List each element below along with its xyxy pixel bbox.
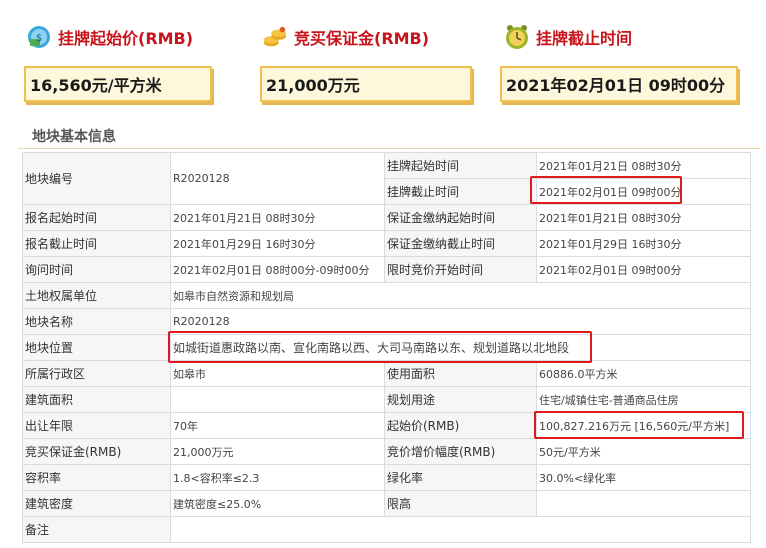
deadline-box: 2021年02月01日 09时00分 [500,66,738,102]
cell-label-location: 地块位置 [22,334,171,361]
table-row: 土地权属单位 如皋市自然资源和规划局 [22,282,751,309]
table-row: 所属行政区 如皋市 使用面积 60886.0平方米 [22,360,751,387]
cell-value-signup-start: 2021年01月21日 08时30分 [170,204,385,231]
start-price-header: $ 挂牌起始价(RMB) [26,24,193,50]
deposit-title: 竞买保证金(RMB) [294,29,430,48]
cell-value-plot-ratio: 1.8<容积率≤2.3 [170,464,385,491]
cell-label-remarks: 备注 [22,516,171,543]
cell-value-listing-end: 2021年02月01日 09时00分 [536,178,751,205]
cell-value-planned-use: 住宅/城镇住宅-普通商品住房 [536,386,751,413]
table-row: 报名截止时间 2021年01月29日 16时30分 保证金缴纳截止时间 2021… [22,230,751,257]
deposit-value: 21,000万元 [266,76,360,95]
deadline-header: 挂牌截止时间 [504,24,632,50]
cell-label-building-area: 建筑面积 [22,386,171,413]
table-row: 容积率 1.8<容积率≤2.3 绿化率 30.0%<绿化率 [22,464,751,491]
cell-value-signup-end: 2021年01月29日 16时30分 [170,230,385,257]
start-price-box: 16,560元/平方米 [24,66,212,102]
cell-value-start-price: 100,827.216万元 [16,560元/平方米] [536,412,751,439]
cell-label-height-limit: 限高 [384,490,537,517]
table-row: 建筑面积 规划用途 住宅/城镇住宅-普通商品住房 [22,386,751,413]
svg-text:$: $ [36,33,42,44]
table-row: 地块位置 如城街道惠政路以南、宣化南路以西、大司马南路以东、规划道路以北地段 [22,334,751,361]
table-row: 竞买保证金(RMB) 21,000万元 竞价增价幅度(RMB) 50元/平方米 [22,438,751,465]
cell-label-bid-increment: 竞价增价幅度(RMB) [384,438,537,465]
cell-value-owner: 如皋市自然资源和规划局 [170,282,751,309]
cell-label-signup-start: 报名起始时间 [22,204,171,231]
cell-label-owner: 土地权属单位 [22,282,171,309]
table-row: 出让年限 70年 起始价(RMB) 100,827.216万元 [16,560元… [22,412,751,439]
cell-label-plot-ratio: 容积率 [22,464,171,491]
deadline-value: 2021年02月01日 09时00分 [506,76,726,95]
cell-label-green-ratio: 绿化率 [384,464,537,491]
cell-label-inquiry-time: 询问时间 [22,256,171,283]
cell-label-planned-use: 规划用途 [384,386,537,413]
cell-label-deposit-end: 保证金缴纳截止时间 [384,230,537,257]
cell-label-parcel-name: 地块名称 [22,308,171,335]
cell-label-listing-end: 挂牌截止时间 [384,178,537,205]
cell-value-deposit-end: 2021年01月29日 16时30分 [536,230,751,257]
cell-value-parcel-no: R2020128 [170,152,385,205]
cell-value-district: 如皋市 [170,360,385,387]
cell-value-remarks [170,516,751,543]
cell-value-listing-start: 2021年01月21日 08时30分 [536,152,751,179]
cell-label-district: 所属行政区 [22,360,171,387]
cell-value-use-area: 60886.0平方米 [536,360,751,387]
table-row: 询问时间 2021年02月01日 08时00分-09时00分 限时竞价开始时间 … [22,256,751,283]
start-price-value: 16,560元/平方米 [30,76,162,95]
cell-label-listing-start: 挂牌起始时间 [384,152,537,179]
table-row: 报名起始时间 2021年01月21日 08时30分 保证金缴纳起始时间 2021… [22,204,751,231]
alarm-clock-icon [504,24,530,50]
cell-label-deposit-start: 保证金缴纳起始时间 [384,204,537,231]
cell-label-signup-end: 报名截止时间 [22,230,171,257]
deposit-header: 竞买保证金(RMB) [262,24,429,50]
section-title: 地块基本信息 [32,129,116,145]
cell-label-bid-deposit: 竞买保证金(RMB) [22,438,171,465]
cell-label-bidding-start: 限时竞价开始时间 [384,256,537,283]
cell-value-location: 如城街道惠政路以南、宣化南路以西、大司马南路以东、规划道路以北地段 [170,334,751,361]
land-info-table: 地块编号 R2020128 挂牌起始时间 2021年01月21日 08时30分 … [22,152,751,543]
cell-value-building-area [170,386,385,413]
start-price-title: 挂牌起始价(RMB) [58,29,194,48]
cell-value-inquiry-time: 2021年02月01日 08时00分-09时00分 [170,256,385,283]
cell-label-parcel-no: 地块编号 [22,152,171,205]
deadline-title: 挂牌截止时间 [536,29,633,48]
money-icon: $ [26,24,52,50]
cell-value-height-limit [536,490,751,517]
table-row: 地块名称 R2020128 [22,308,751,335]
cell-value-bid-increment: 50元/平方米 [536,438,751,465]
cell-value-deposit-start: 2021年01月21日 08时30分 [536,204,751,231]
cell-value-bidding-start: 2021年02月01日 09时00分 [536,256,751,283]
cell-label-building-density: 建筑密度 [22,490,171,517]
deposit-box: 21,000万元 [260,66,472,102]
cell-value-green-ratio: 30.0%<绿化率 [536,464,751,491]
cell-value-bid-deposit: 21,000万元 [170,438,385,465]
table-row: 建筑密度 建筑密度≤25.0% 限高 [22,490,751,517]
cell-label-use-area: 使用面积 [384,360,537,387]
cell-label-start-price: 起始价(RMB) [384,412,537,439]
cell-label-lease-term: 出让年限 [22,412,171,439]
table-row: 地块编号 R2020128 挂牌起始时间 2021年01月21日 08时30分 [22,152,751,205]
table-row: 备注 [22,516,751,543]
cell-value-parcel-name: R2020128 [170,308,751,335]
section-divider [18,148,760,149]
cell-value-lease-term: 70年 [170,412,385,439]
cell-value-building-density: 建筑密度≤25.0% [170,490,385,517]
coins-icon [262,24,288,50]
